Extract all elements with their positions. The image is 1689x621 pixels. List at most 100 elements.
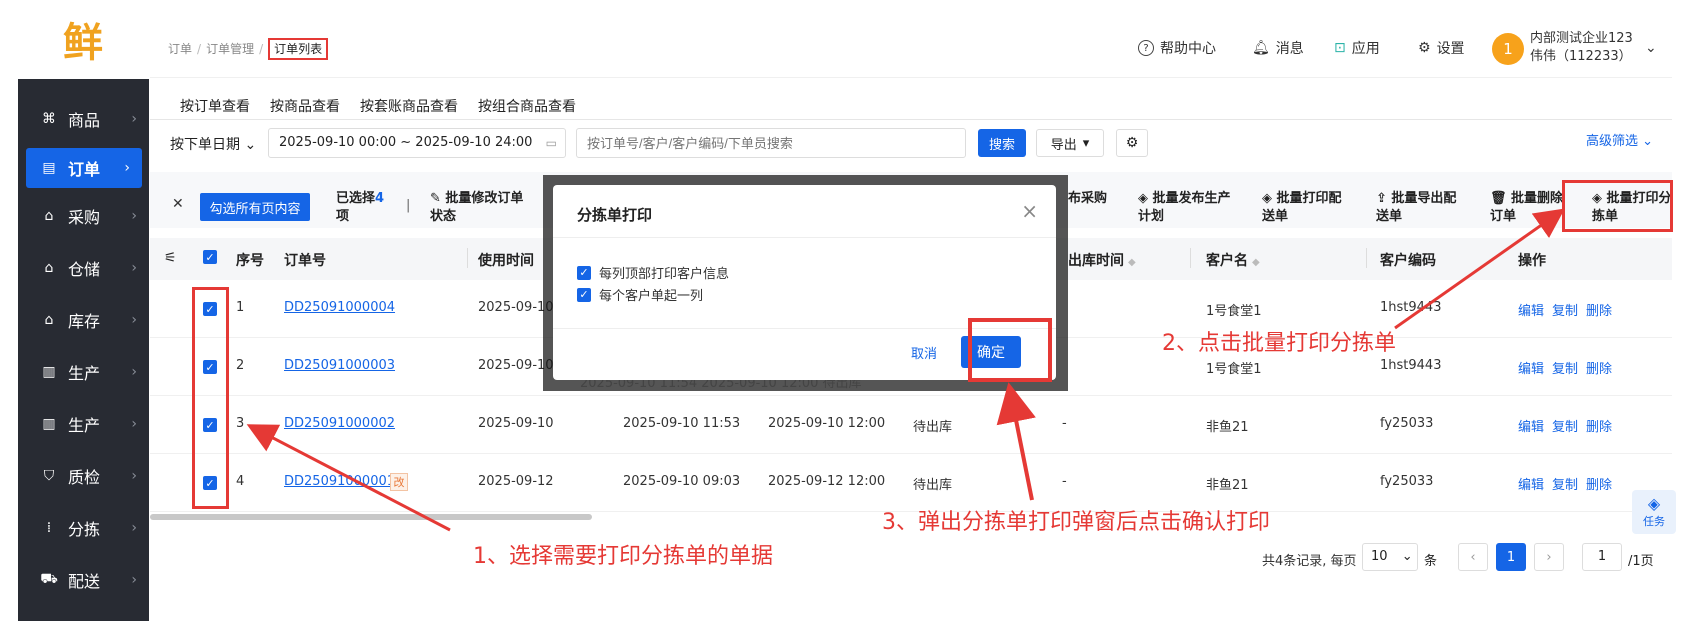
th-order-no: 订单号 — [284, 253, 326, 269]
batch-export-delivery-button[interactable]: ⇪ 批量导出配 送单 — [1376, 190, 1456, 226]
help-center-link[interactable]: ? 帮助中心 — [1138, 38, 1216, 58]
close-icon[interactable]: ✕ — [172, 196, 184, 212]
pagination-of: /1页 — [1628, 554, 1654, 569]
checkbox-checked[interactable]: ✓ — [577, 265, 591, 280]
sidebar-item-production[interactable]: ▥ 生产 › — [18, 352, 149, 392]
user-info[interactable]: 内部测试企业123 伟伟（112233） — [1530, 30, 1633, 66]
truck-icon: ⛟ — [40, 571, 58, 587]
batch-print-delivery-button[interactable]: ◈ 批量打印配 送单 — [1262, 190, 1342, 226]
search-button[interactable]: 搜索 — [978, 129, 1026, 157]
delete-link[interactable]: 删除 — [1586, 300, 1612, 319]
horizontal-scrollbar[interactable] — [150, 514, 592, 520]
tab-by-order[interactable]: 按订单查看 — [180, 96, 250, 116]
copy-link[interactable]: 复制 — [1552, 358, 1578, 377]
chevron-right-icon: › — [131, 468, 137, 484]
copy-link[interactable]: 复制 — [1552, 474, 1578, 493]
chevron-down-icon[interactable]: ⌄ — [1645, 40, 1657, 56]
checkbox-checked[interactable]: ✓ — [577, 287, 591, 302]
batch-delete-orders-button[interactable]: 🗑︎ 批量删除 订单 — [1490, 190, 1563, 226]
page-jump-input[interactable]: 1 — [1582, 543, 1622, 571]
page-size-select[interactable]: 10 ⌄ — [1362, 543, 1418, 571]
select-all-pages-button[interactable]: 勾选所有页内容 — [200, 193, 310, 221]
cell-customer-code: 1hst9443 — [1380, 300, 1442, 315]
chevron-right-icon: › — [131, 260, 137, 276]
tab-by-combo-product[interactable]: 按组合商品查看 — [478, 96, 576, 116]
search-input[interactable] — [576, 128, 966, 158]
sidebar-item-production-2[interactable]: ▥ 生产 › — [18, 404, 149, 444]
cell-order-no[interactable]: DD25091000002 — [284, 416, 395, 431]
batch-button-label: 批量修改订单 状态 — [430, 191, 524, 224]
chevron-right-icon: › — [124, 160, 130, 176]
bell-icon: 🔔︎ — [1252, 40, 1270, 56]
copy-link[interactable]: 复制 — [1552, 416, 1578, 435]
cancel-button[interactable]: 取消 — [899, 337, 949, 367]
cell-use-time: 2025-09-12 — [478, 474, 554, 489]
layers-icon: ◈ — [1138, 191, 1153, 206]
selected-suffix: 项 — [336, 209, 350, 224]
edit-link[interactable]: 编辑 — [1518, 300, 1544, 319]
sidebar-item-inventory[interactable]: ⌂ 库存 › — [18, 300, 149, 340]
cell-status: 待出库 — [913, 478, 953, 493]
cell-order-no[interactable]: DD25091000004 — [284, 300, 395, 315]
view-tabs: 按订单查看 按商品查看 按套账商品查看 按组合商品查看 — [180, 96, 576, 116]
tab-by-product[interactable]: 按商品查看 — [270, 96, 340, 116]
breadcrumb-item-orders[interactable]: 订单 — [168, 42, 192, 56]
select-all-checkbox[interactable]: ✓ — [203, 250, 217, 264]
batch-modify-status-button[interactable]: ✎ 批量修改订单 状态 — [430, 190, 523, 226]
tab-by-account-product[interactable]: 按套账商品查看 — [360, 96, 458, 116]
sidebar-item-orders[interactable]: ▤ 订单 › — [26, 148, 142, 188]
edit-link[interactable]: 编辑 — [1518, 358, 1544, 377]
sidebar-item-delivery[interactable]: ⛟ 配送 › — [18, 560, 149, 600]
cell-customer-code: 1hst9443 — [1380, 358, 1442, 373]
batch-publish-purchase-button[interactable]: 布采购 — [1068, 190, 1107, 208]
close-icon[interactable]: × — [1021, 199, 1038, 223]
clipboard-icon: ▤ — [42, 160, 56, 176]
chevron-right-icon: › — [131, 312, 137, 328]
delete-link[interactable]: 删除 — [1586, 358, 1612, 377]
chevron-right-icon: › — [131, 572, 137, 588]
column-divider — [1190, 248, 1191, 268]
sidebar-item-sorting[interactable]: ⁞ 分拣 › — [18, 508, 149, 548]
delete-link[interactable]: 删除 — [1586, 474, 1612, 493]
edit-link[interactable]: 编辑 — [1518, 416, 1544, 435]
advanced-filter-link[interactable]: 高级筛选 ⌄ — [1586, 130, 1653, 149]
column-settings-button[interactable]: ⚙ — [1116, 129, 1148, 157]
edit-link[interactable]: 编辑 — [1518, 474, 1544, 493]
batch-publish-production-button[interactable]: ◈ 批量发布生产 计划 — [1138, 190, 1231, 226]
annotation-step3: 3、弹出分拣单打印弹窗后点击确认打印 — [882, 510, 1270, 535]
sidebar-item-products[interactable]: ⌘ 商品 › — [18, 99, 149, 139]
page-button-current[interactable]: 1 — [1496, 543, 1526, 571]
app-logo: 鲜 — [63, 20, 103, 66]
export-button[interactable]: 导出 ▾ — [1036, 129, 1104, 157]
copy-link[interactable]: 复制 — [1552, 300, 1578, 319]
gear-icon: ⚙ — [1418, 40, 1431, 56]
sidebar-item-purchase[interactable]: ⌂ 采购 › — [18, 196, 149, 236]
cell-order-time: 2025-09-10 11:53 — [623, 416, 741, 431]
prev-page-button[interactable]: ‹ — [1458, 543, 1488, 571]
option-print-customer-info[interactable]: ✓ 每列顶部打印客户信息 — [577, 263, 729, 282]
date-type-select[interactable]: 按下单日期 ⌄ — [170, 134, 256, 154]
sidebar-item-label: 订单 — [68, 160, 101, 179]
avatar[interactable]: 1 — [1492, 33, 1524, 65]
task-float-button[interactable]: ◈ 任务 — [1632, 490, 1676, 534]
option-customer-new-column[interactable]: ✓ 每个客户单起一列 — [577, 285, 703, 304]
cell-customer-code: fy25033 — [1380, 474, 1434, 489]
sidebar-item-storage[interactable]: ⌂ 仓储 › — [18, 248, 149, 288]
th-out-time[interactable]: 出库时间 ◆ — [1068, 250, 1136, 270]
cell-order-no[interactable]: DD25091000001 — [284, 474, 395, 489]
th-use-time: 使用时间 — [478, 253, 534, 269]
date-range-input[interactable]: 2025-09-10 00:00 ~ 2025-09-10 24:00 ▭ — [268, 128, 566, 158]
sidebar-item-quality[interactable]: ⛉ 质检 › — [18, 456, 149, 496]
factory-icon: ▥ — [42, 416, 56, 432]
modified-tag: 改 — [390, 473, 408, 491]
messages-link[interactable]: 🔔︎ 消息 — [1252, 38, 1304, 58]
delete-link[interactable]: 删除 — [1586, 416, 1612, 435]
sort-icon: ◆ — [1252, 257, 1260, 268]
th-customer[interactable]: 客户名 ◆ — [1206, 250, 1260, 270]
column-settings-icon[interactable]: ⚟ — [164, 250, 177, 266]
apps-link[interactable]: ⊡ 应用 — [1334, 38, 1380, 58]
cell-order-no[interactable]: DD25091000003 — [284, 358, 395, 373]
breadcrumb-item-order-management[interactable]: 订单管理 — [206, 42, 254, 56]
next-page-button[interactable]: › — [1534, 543, 1564, 571]
settings-link[interactable]: ⚙ 设置 — [1418, 38, 1465, 58]
